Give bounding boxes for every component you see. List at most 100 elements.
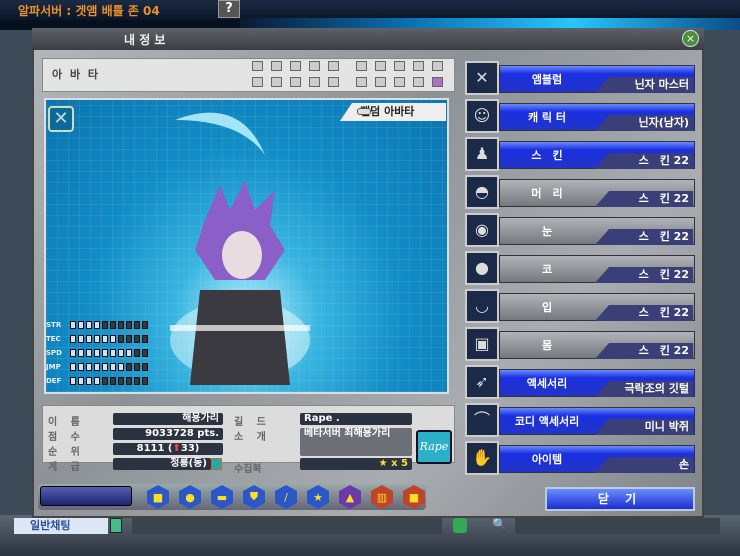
stat-row: DEF xyxy=(46,376,148,385)
avatar-slot[interactable] xyxy=(413,77,424,87)
collection-value: ★ x 5 xyxy=(300,458,412,470)
score-label: 점 수 xyxy=(48,432,85,443)
random-avatar-button[interactable]: 랜덤 아바타 xyxy=(340,103,446,121)
equipment-label: 머 리 xyxy=(531,187,563,200)
stat-pip xyxy=(70,376,76,385)
stat-pip xyxy=(126,320,132,329)
avatar-slot[interactable] xyxy=(252,77,263,87)
stat-pip xyxy=(70,334,76,343)
avatar-slot[interactable] xyxy=(328,61,339,71)
avatar-slot[interactable] xyxy=(271,77,282,87)
equipment-row[interactable]: ✋ 아이템 손 xyxy=(465,441,695,475)
search-input[interactable] xyxy=(515,518,720,534)
equipment-row[interactable]: ♟ 스 킨 스 킨 22 xyxy=(465,137,695,171)
chat-input[interactable] xyxy=(132,518,442,534)
equipment-row[interactable]: ☺ 캐 릭 터 닌자(남자) xyxy=(465,99,695,133)
equipment-label: 앰블럼 xyxy=(531,73,563,86)
stat-pip xyxy=(110,320,116,329)
stat-pip xyxy=(102,348,108,357)
equipment-value: 닌자(남자) xyxy=(595,115,693,131)
avatar-slot[interactable] xyxy=(432,77,443,87)
avatar-slot[interactable] xyxy=(394,77,405,87)
skin-icon: ♟ xyxy=(465,137,499,171)
stat-pip xyxy=(70,362,76,371)
stat-label: SPD xyxy=(46,348,62,357)
avatar-slot[interactable] xyxy=(309,61,320,71)
stat-pip xyxy=(102,362,108,371)
avatar-slot[interactable] xyxy=(356,77,367,87)
avatar-slot[interactable] xyxy=(375,61,386,71)
stat-label: JMP xyxy=(46,362,61,371)
stat-pip xyxy=(94,334,100,343)
equipment-row[interactable]: ▣ 몸 스 킨 22 xyxy=(465,327,695,361)
stat-pip xyxy=(142,362,148,371)
stat-pip xyxy=(102,334,108,343)
body-icon: ▣ xyxy=(465,327,499,361)
stat-pip xyxy=(110,376,116,385)
equipment-label: 코 xyxy=(541,263,553,276)
stat-pip xyxy=(70,320,76,329)
stat-pip xyxy=(118,320,124,329)
feather-icon: ➶ xyxy=(465,365,499,399)
stat-row: SPD xyxy=(46,348,148,357)
name-label: 이 름 xyxy=(48,417,85,428)
equipment-value: 스 킨 22 xyxy=(595,229,693,245)
chevron-down-icon[interactable] xyxy=(110,518,122,533)
equipment-row[interactable]: ➶ 액세서리 극락조의 깃털 xyxy=(465,365,695,399)
stat-pip xyxy=(118,362,124,371)
send-icon[interactable] xyxy=(453,518,467,533)
stat-pip xyxy=(126,362,132,371)
grade-value: 청룡(동) xyxy=(113,458,211,470)
equipment-row[interactable]: ◡ 입 스 킨 22 xyxy=(465,289,695,323)
equipment-row[interactable]: ◓ 머 리 스 킨 22 xyxy=(465,175,695,209)
stat-pip xyxy=(118,348,124,357)
avatar-slot[interactable] xyxy=(375,77,386,87)
avatar-slot[interactable] xyxy=(290,61,301,71)
stat-pip xyxy=(134,362,140,371)
stat-label: DEF xyxy=(46,376,62,385)
hand-icon: ✋ xyxy=(465,441,499,475)
avatar-slot[interactable] xyxy=(413,61,424,71)
equipment-row[interactable]: ⌒ 코디 액세서리 미니 박쥐 xyxy=(465,403,695,437)
search-icon[interactable]: 🔍 xyxy=(492,517,507,531)
equipment-label: 몸 xyxy=(541,339,553,352)
stat-pip xyxy=(94,376,100,385)
avatar-slot[interactable] xyxy=(309,77,320,87)
avatar-slot[interactable] xyxy=(432,61,443,71)
stat-pip xyxy=(110,362,116,371)
stat-pip xyxy=(134,348,140,357)
stat-pip xyxy=(94,362,100,371)
stat-pip xyxy=(78,376,84,385)
chat-mode-select[interactable]: 일반채팅 xyxy=(14,518,108,534)
character-icon: ☺ xyxy=(465,99,499,133)
stat-pip xyxy=(142,334,148,343)
equipment-row[interactable]: ◉ 눈 스 킨 22 xyxy=(465,213,695,247)
equipment-row[interactable]: ● 코 스 킨 22 xyxy=(465,251,695,285)
stat-pip xyxy=(86,362,92,371)
mouth-icon: ◡ xyxy=(465,289,499,323)
stat-label: TEC xyxy=(46,334,61,343)
random-avatar-checkbox[interactable] xyxy=(357,108,371,115)
avatar-slot[interactable] xyxy=(356,61,367,71)
close-button[interactable]: 닫 기 xyxy=(545,487,695,511)
crescent-effect xyxy=(175,112,265,155)
stat-pip xyxy=(94,348,100,357)
equipment-row[interactable]: ✕ 앰블럼 닌자 마스터 xyxy=(465,61,695,95)
avatar-slot[interactable] xyxy=(394,61,405,71)
score-value: 9033728 pts. xyxy=(113,428,223,440)
avatar-slot[interactable] xyxy=(328,77,339,87)
avatar-slot[interactable] xyxy=(271,61,282,71)
stat-pip xyxy=(78,348,84,357)
stat-row: JMP xyxy=(46,362,148,371)
background-lobby-right xyxy=(702,30,740,530)
help-button[interactable]: ? xyxy=(218,0,240,18)
rank-label: 순 위 xyxy=(48,447,85,458)
close-icon[interactable]: × xyxy=(682,30,699,47)
stat-pip xyxy=(110,348,116,357)
avatar-slot[interactable] xyxy=(252,61,263,71)
intro-label: 소 개 xyxy=(234,432,271,443)
avatar-slot[interactable] xyxy=(290,77,301,87)
equipment-value: 스 킨 22 xyxy=(595,343,693,359)
equipment-value: 스 킨 22 xyxy=(595,153,693,169)
stat-pip xyxy=(142,320,148,329)
